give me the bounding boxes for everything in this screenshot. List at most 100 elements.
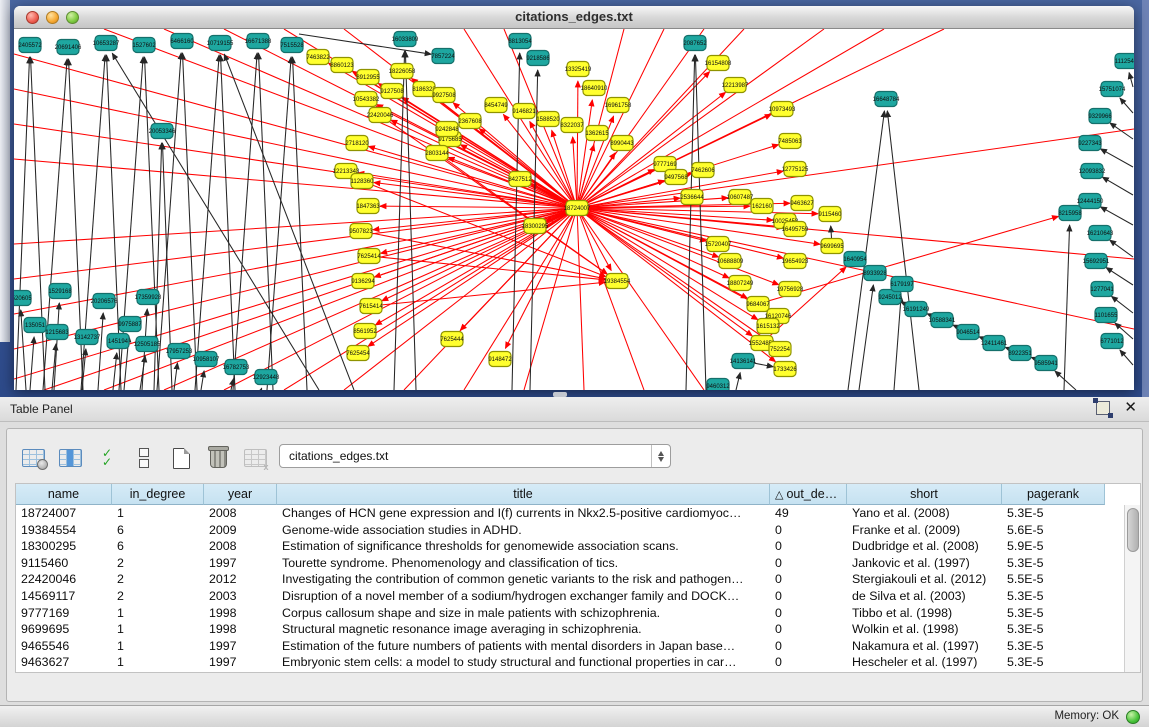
graph-node[interactable]: 8427512 bbox=[508, 172, 532, 187]
graph-node[interactable]: 12775125 bbox=[782, 162, 809, 177]
split-view-button[interactable] bbox=[132, 445, 156, 471]
graph-node[interactable]: 15720407 bbox=[705, 237, 732, 252]
table-cell[interactable]: 1997 bbox=[204, 638, 277, 655]
graph-node[interactable]: 6466160 bbox=[170, 34, 194, 49]
graph-node[interactable]: 16210643 bbox=[1087, 226, 1114, 241]
graph-edge[interactable] bbox=[267, 57, 291, 390]
graph-edge[interactable] bbox=[1055, 371, 1076, 390]
graph-node[interactable]: 12093832 bbox=[1079, 164, 1106, 179]
table-cell[interactable]: Estimation of significance thresholds fo… bbox=[277, 538, 770, 555]
graph-edge[interactable] bbox=[224, 54, 354, 390]
graph-edge[interactable] bbox=[859, 285, 873, 390]
graph-edge[interactable] bbox=[1129, 73, 1133, 87]
graph-node[interactable]: 14136141 bbox=[730, 354, 757, 369]
table-cell[interactable]: Dudbridge et al. (2008) bbox=[847, 538, 1002, 555]
graph-node[interactable]: 13142737 bbox=[74, 330, 101, 345]
table-cell[interactable]: Yano et al. (2008) bbox=[847, 505, 1002, 522]
graph-edge[interactable] bbox=[894, 296, 901, 390]
table-cell[interactable]: 1997 bbox=[204, 555, 277, 572]
table-cell[interactable]: 5.3E-5 bbox=[1002, 621, 1105, 638]
table-cell[interactable]: 0 bbox=[770, 555, 847, 572]
graph-node[interactable]: 10653287 bbox=[93, 36, 120, 51]
graph-node[interactable]: 135051 bbox=[24, 318, 46, 333]
graph-node[interactable]: 8561952 bbox=[353, 324, 377, 339]
graph-node[interactable]: 10688809 bbox=[717, 254, 744, 269]
graph-edge[interactable] bbox=[577, 208, 584, 390]
graph-edge[interactable] bbox=[1120, 98, 1133, 113]
float-panel-icon[interactable] bbox=[1096, 401, 1110, 415]
memory-ok-icon[interactable] bbox=[1126, 710, 1140, 724]
table-vertical-scrollbar[interactable] bbox=[1124, 505, 1140, 672]
graph-node[interactable]: 1527602 bbox=[132, 38, 156, 53]
graph-node[interactable]: 7485063 bbox=[778, 134, 802, 149]
table-row[interactable]: 2242004622012Investigating the contribut… bbox=[16, 571, 1140, 588]
graph-edge[interactable] bbox=[577, 208, 644, 390]
table-cell[interactable]: 1 bbox=[112, 621, 204, 638]
table-cell[interactable]: 5.3E-5 bbox=[1002, 505, 1105, 522]
graph-edge[interactable] bbox=[1100, 207, 1133, 225]
graph-edge[interactable] bbox=[577, 208, 779, 285]
table-cell[interactable]: 22420046 bbox=[16, 571, 112, 588]
table-cell[interactable]: Tourette syndrome. Phenomenology and cla… bbox=[277, 555, 770, 572]
graph-node[interactable]: 9146821 bbox=[512, 104, 536, 119]
table-row[interactable]: 1830029562008Estimation of significance … bbox=[16, 538, 1140, 555]
column-header-name[interactable]: name bbox=[16, 484, 112, 505]
table-cell[interactable]: Tibbo et al. (1998) bbox=[847, 605, 1002, 622]
graph-edge[interactable] bbox=[233, 53, 257, 390]
graph-node[interactable]: 1847363 bbox=[356, 199, 380, 214]
graph-node[interactable]: 18226058 bbox=[389, 64, 416, 79]
graph-node[interactable]: 10607487 bbox=[727, 190, 754, 205]
column-header-in_degree[interactable]: in_degree bbox=[112, 484, 204, 505]
graph-node[interactable]: 9507823 bbox=[349, 224, 373, 239]
graph-node[interactable]: 16495759 bbox=[782, 222, 809, 237]
graph-node[interactable]: 8912955 bbox=[356, 70, 380, 85]
table-cell[interactable]: Wolkin et al. (1998) bbox=[847, 621, 1002, 638]
graph-node[interactable]: 7463822 bbox=[306, 50, 330, 65]
graph-edge[interactable] bbox=[577, 29, 824, 208]
table-cell[interactable]: 2 bbox=[112, 555, 204, 572]
table-cell[interactable]: 5.6E-5 bbox=[1002, 522, 1105, 539]
graph-node[interactable]: 1128360 bbox=[351, 174, 375, 189]
graph-edge[interactable] bbox=[577, 29, 884, 208]
graph-node[interactable]: 19756928 bbox=[777, 282, 804, 297]
graph-node[interactable]: 8322037 bbox=[560, 118, 584, 133]
graph-edge[interactable] bbox=[54, 303, 59, 390]
table-cell[interactable]: Hescheler et al. (1997) bbox=[847, 654, 1002, 671]
graph-edge[interactable] bbox=[369, 256, 605, 280]
table-cell[interactable]: 2 bbox=[112, 588, 204, 605]
table-cell[interactable]: 5.3E-5 bbox=[1002, 654, 1105, 671]
graph-node[interactable]: 9218586 bbox=[526, 51, 550, 66]
graph-node[interactable]: 1733426 bbox=[773, 362, 797, 377]
table-select-dropdown[interactable]: citations_edges.txt bbox=[279, 444, 671, 468]
table-cell[interactable]: 2008 bbox=[204, 505, 277, 522]
table-row[interactable]: 1938455462009Genome-wide association stu… bbox=[16, 522, 1140, 539]
graph-node[interactable]: 10958107 bbox=[193, 352, 220, 367]
table-cell[interactable]: 49 bbox=[770, 505, 847, 522]
table-row[interactable]: 946362711997Embryonic stem cells: a mode… bbox=[16, 654, 1140, 671]
table-row[interactable]: 911546021997Tourette syndrome. Phenomeno… bbox=[16, 555, 1140, 572]
table-cell[interactable]: Structural magnetic resonance image aver… bbox=[277, 621, 770, 638]
table-cell[interactable]: 0 bbox=[770, 522, 847, 539]
graph-node[interactable]: 7462606 bbox=[691, 163, 715, 178]
graph-node[interactable]: 9463627 bbox=[790, 196, 814, 211]
graph-node[interactable]: 8990443 bbox=[610, 136, 634, 151]
table-cell[interactable]: Jankovic et al. (1997) bbox=[847, 555, 1002, 572]
table-row[interactable]: 1456911722003Disruption of a novel membe… bbox=[16, 588, 1140, 605]
graph-node[interactable]: 2803144 bbox=[425, 146, 449, 161]
graph-edge[interactable] bbox=[577, 29, 944, 208]
graph-edge[interactable] bbox=[577, 208, 783, 258]
graph-node[interactable]: 2087652 bbox=[683, 36, 707, 51]
column-header-year[interactable]: year bbox=[204, 484, 277, 505]
graph-edge[interactable] bbox=[113, 353, 117, 390]
graph-node[interactable]: 18807249 bbox=[727, 276, 754, 291]
scrollbar-thumb[interactable] bbox=[1127, 508, 1139, 552]
column-header-title[interactable]: title bbox=[277, 484, 770, 505]
graph-node[interactable]: 12505185 bbox=[134, 337, 161, 352]
graph-node[interactable]: 7625444 bbox=[440, 332, 464, 347]
graph-node[interactable]: 18300295 bbox=[522, 219, 549, 234]
graph-edge[interactable] bbox=[887, 111, 919, 390]
graph-edge[interactable] bbox=[1064, 225, 1070, 390]
table-row[interactable]: 946554611997Estimation of the future num… bbox=[16, 638, 1140, 655]
table-cell[interactable]: 0 bbox=[770, 621, 847, 638]
graph-node[interactable]: 10543382 bbox=[353, 92, 380, 107]
